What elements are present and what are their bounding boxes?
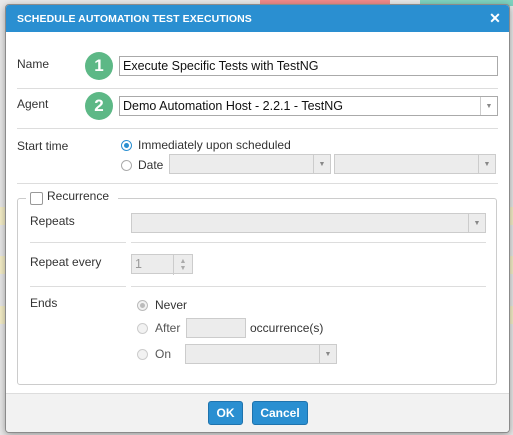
start-time-label: Start time	[17, 139, 69, 153]
start-immediately-radio[interactable]	[121, 140, 132, 151]
divider	[17, 183, 498, 184]
divider	[131, 242, 486, 243]
name-label: Name	[17, 57, 50, 71]
repeat-every-value: 1	[135, 257, 142, 271]
ends-after-suffix: occurrence(s)	[250, 321, 324, 335]
divider	[30, 242, 126, 243]
start-date-select[interactable]: ▼	[169, 154, 331, 174]
chevron-down-icon: ▼	[468, 214, 485, 232]
recurrence-label: Recurrence	[47, 189, 110, 203]
stepper-icon[interactable]: ▲ ▼	[173, 255, 192, 275]
start-date-radio[interactable]	[121, 160, 132, 171]
step-badge-1: 1	[85, 52, 113, 80]
dialog-title: SCHEDULE AUTOMATION TEST EXECUTIONS	[17, 12, 252, 25]
repeat-every-input[interactable]: 1 ▲ ▼	[131, 254, 193, 275]
divider	[30, 286, 126, 287]
agent-label: Agent	[17, 97, 49, 111]
ends-never-label: Never	[155, 298, 188, 312]
start-immediately-label: Immediately upon scheduled	[138, 138, 291, 152]
repeats-select[interactable]: ▼	[131, 213, 486, 233]
chevron-down-icon: ▼	[478, 155, 495, 173]
ends-never-radio[interactable]	[137, 300, 148, 311]
repeat-every-label: Repeat every	[30, 255, 102, 269]
ends-on-date-select[interactable]: ▼	[185, 344, 337, 364]
name-input[interactable]: Execute Specific Tests with TestNG	[119, 56, 498, 76]
ends-after-label: After	[155, 321, 181, 335]
agent-select-value: Demo Automation Host - 2.2.1 - TestNG	[123, 99, 344, 113]
dialog-titlebar: SCHEDULE AUTOMATION TEST EXECUTIONS ✕	[6, 5, 509, 32]
ends-after-radio[interactable]	[137, 323, 148, 334]
chevron-down-icon: ▼	[480, 97, 497, 115]
close-icon[interactable]: ✕	[489, 10, 501, 27]
divider	[17, 128, 498, 129]
ends-after-input[interactable]	[186, 318, 246, 338]
ends-on-label: On	[155, 347, 172, 361]
cancel-button[interactable]: Cancel	[252, 401, 308, 425]
ends-label: Ends	[30, 296, 58, 310]
dialog-footer: OK Cancel	[6, 393, 509, 432]
step-badge-2: 2	[85, 92, 113, 120]
divider	[17, 88, 498, 89]
divider	[131, 286, 486, 287]
schedule-dialog: SCHEDULE AUTOMATION TEST EXECUTIONS ✕ Na…	[5, 4, 510, 433]
ok-button[interactable]: OK	[208, 401, 243, 425]
recurrence-checkbox[interactable]	[30, 192, 43, 205]
ends-on-radio[interactable]	[137, 349, 148, 360]
repeats-label: Repeats	[30, 214, 75, 228]
agent-select[interactable]: Demo Automation Host - 2.2.1 - TestNG ▼	[119, 96, 498, 116]
chevron-down-icon: ▼	[319, 345, 336, 363]
start-time-select[interactable]: ▼	[334, 154, 496, 174]
start-date-label: Date	[138, 158, 164, 172]
chevron-down-icon: ▼	[313, 155, 330, 173]
